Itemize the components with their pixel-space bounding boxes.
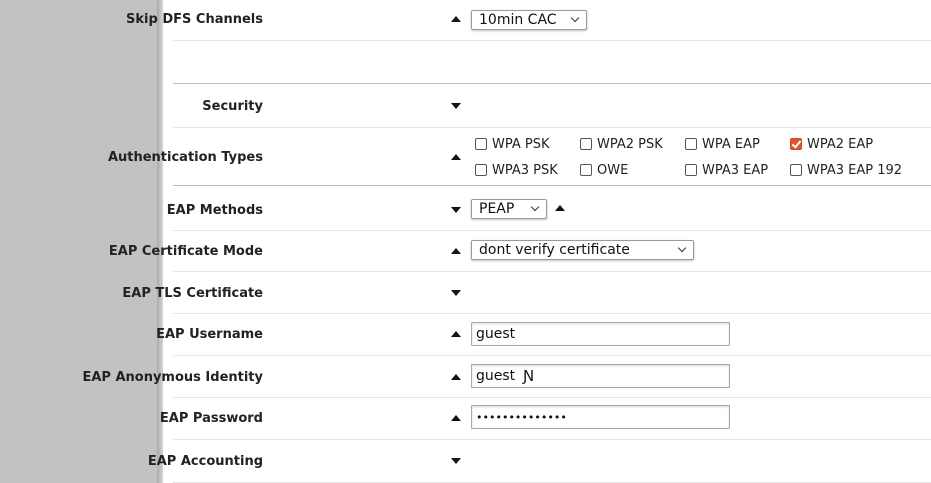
checkbox-wpa-eap[interactable]: WPA EAP — [685, 136, 760, 152]
skip-dfs-select[interactable]: 10min CAC — [471, 10, 587, 30]
checkbox-box[interactable] — [685, 138, 697, 150]
checkbox-wpa3-eap-192[interactable]: WPA3 EAP 192 — [790, 162, 902, 178]
left-sidebar — [0, 0, 157, 483]
checkbox-box[interactable] — [580, 138, 592, 150]
form-panel: Skip DFS Channels 10min CAC Security Aut… — [82, 0, 931, 483]
checkbox-box[interactable] — [580, 164, 592, 176]
checkbox-label: WPA2 PSK — [597, 136, 663, 152]
checkbox-label: WPA2 EAP — [807, 136, 874, 152]
security-label: Security — [202, 99, 263, 114]
row-skip-dfs: Skip DFS Channels 10min CAC — [126, 0, 931, 41]
row-auth-types: Authentication Types WPA PSK WPA2 PSK WP… — [108, 128, 931, 186]
skip-dfs-value: 10min CAC — [479, 12, 557, 28]
eap-methods-select[interactable]: PEAP — [471, 199, 547, 219]
checkbox-label: WPA EAP — [702, 136, 760, 152]
eap-accounting-label: EAP Accounting — [147, 454, 263, 469]
eap-anon-identity-value: guest — [476, 368, 516, 384]
collapse-up-icon[interactable] — [451, 374, 461, 380]
row-eap-tls-cert: EAP TLS Certificate — [122, 271, 931, 314]
eap-username-value: guest — [476, 326, 516, 342]
checkbox-label: WPA3 EAP — [702, 162, 769, 178]
row-eap-password: EAP Password •••••••••••••• — [160, 397, 931, 440]
expand-down-icon[interactable] — [451, 458, 461, 464]
skip-dfs-label: Skip DFS Channels — [126, 12, 263, 27]
eap-tls-cert-label: EAP TLS Certificate — [122, 286, 263, 301]
text-cursor-icon: Ɲ — [523, 367, 535, 385]
expand-down-icon[interactable] — [451, 290, 461, 296]
eap-anon-identity-input[interactable]: guest — [471, 364, 730, 388]
checkbox-box[interactable] — [475, 164, 487, 176]
checkbox-label: OWE — [597, 162, 629, 178]
eap-cert-mode-select[interactable]: dont verify certificate — [471, 240, 694, 260]
eap-username-label: EAP Username — [156, 327, 263, 342]
eap-methods-value: PEAP — [479, 201, 515, 217]
expand-down-icon[interactable] — [451, 207, 461, 213]
row-eap-anon-identity: EAP Anonymous Identity guest Ɲ — [82, 355, 931, 398]
checkbox-wpa3-psk[interactable]: WPA3 PSK — [475, 162, 558, 178]
checkbox-label: WPA3 EAP 192 — [807, 162, 903, 178]
eap-methods-label: EAP Methods — [166, 203, 263, 218]
checkbox-box[interactable] — [475, 138, 487, 150]
checkbox-label: WPA3 PSK — [492, 162, 558, 178]
row-eap-cert-mode: EAP Certificate Mode dont verify certifi… — [109, 230, 931, 272]
checkbox-wpa3-eap[interactable]: WPA3 EAP — [685, 162, 768, 178]
collapse-up-icon[interactable] — [451, 16, 461, 22]
eap-anon-identity-label: EAP Anonymous Identity — [82, 370, 263, 385]
collapse-up-icon[interactable] — [451, 248, 461, 254]
eap-password-label: EAP Password — [159, 411, 263, 426]
eap-password-value: •••••••••••••• — [476, 411, 567, 424]
checkbox-owe[interactable]: OWE — [580, 162, 628, 178]
checkbox-label: WPA PSK — [492, 136, 550, 152]
row-security: Security — [173, 84, 931, 128]
auth-types-label: Authentication Types — [107, 150, 263, 165]
checkbox-box[interactable] — [790, 164, 802, 176]
collapse-up-icon[interactable] — [451, 154, 461, 160]
eap-cert-mode-label: EAP Certificate Mode — [108, 244, 263, 259]
eap-username-input[interactable]: guest — [471, 322, 730, 346]
section-divider — [173, 40, 931, 84]
checkbox-wpa2-eap[interactable]: WPA2 EAP — [790, 136, 873, 152]
chevron-down-icon — [530, 202, 540, 212]
chevron-down-icon — [677, 243, 687, 253]
eap-password-input[interactable]: •••••••••••••• — [471, 405, 730, 429]
checkbox-wpa2-psk[interactable]: WPA2 PSK — [580, 136, 663, 152]
add-item-up-icon[interactable] — [555, 205, 565, 211]
checkbox-box[interactable] — [685, 164, 697, 176]
checkbox-checked-icon[interactable] — [790, 138, 802, 150]
collapse-up-icon[interactable] — [451, 331, 461, 337]
expand-down-icon[interactable] — [451, 103, 461, 109]
row-eap-methods: EAP Methods PEAP — [167, 186, 931, 231]
collapse-up-icon[interactable] — [451, 415, 461, 421]
row-eap-accounting: EAP Accounting — [148, 439, 931, 483]
chevron-down-icon — [570, 13, 580, 23]
eap-cert-mode-value: dont verify certificate — [479, 242, 630, 258]
row-eap-username: EAP Username guest — [156, 313, 931, 356]
checkbox-wpa-psk[interactable]: WPA PSK — [475, 136, 550, 152]
